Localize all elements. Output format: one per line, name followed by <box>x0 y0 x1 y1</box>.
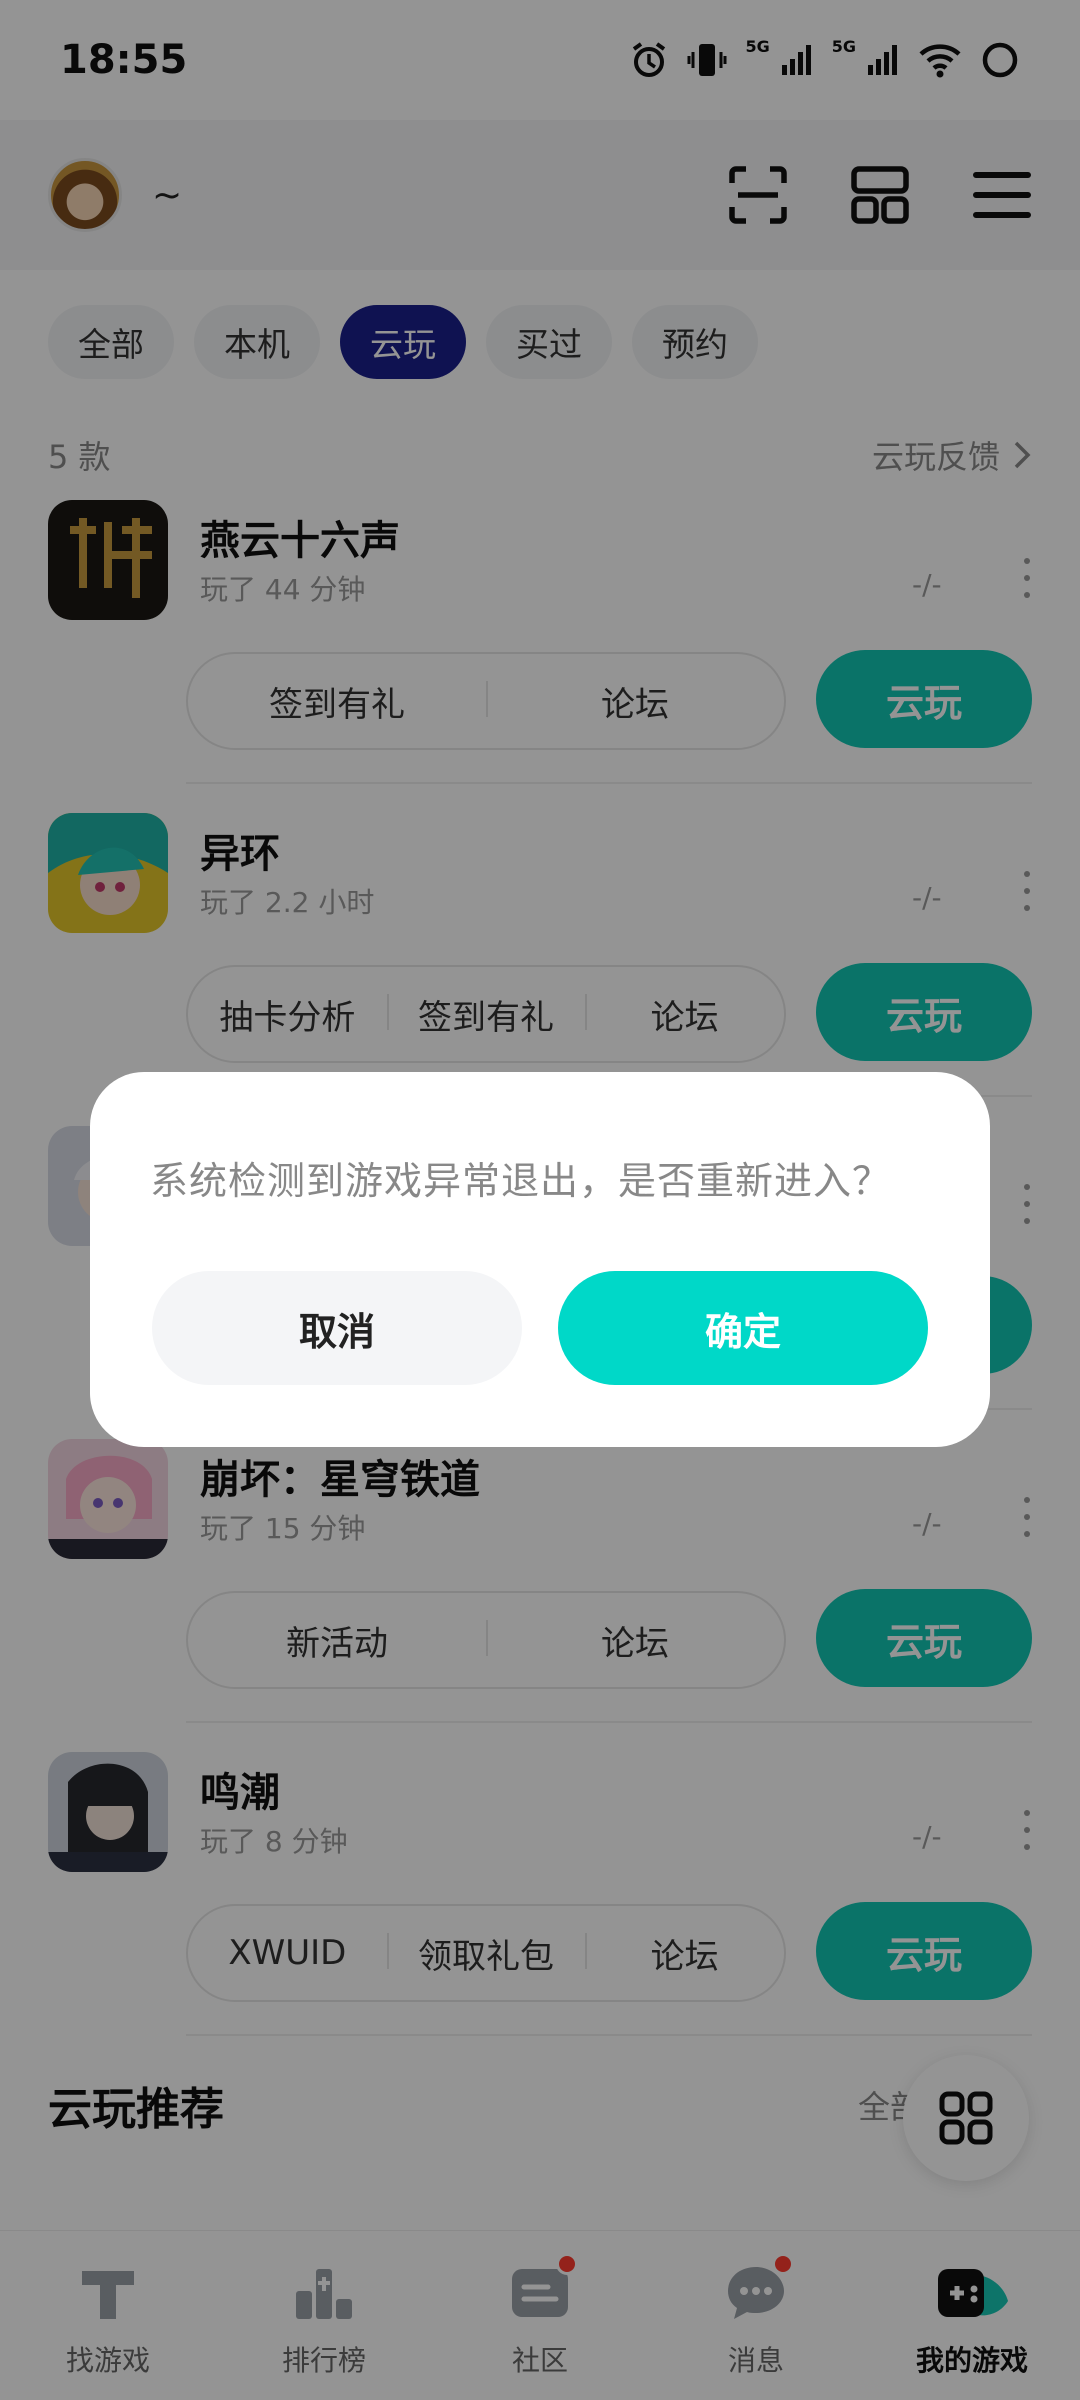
dialog-message: 系统检测到游戏异常退出，是否重新进入？ <box>150 1159 892 1203</box>
confirm-button[interactable]: 确定 <box>558 1271 928 1385</box>
cancel-button[interactable]: 取消 <box>152 1271 522 1385</box>
abnormal-exit-dialog: 系统检测到游戏异常退出，是否重新进入？ 取消 确定 <box>90 1072 990 1447</box>
